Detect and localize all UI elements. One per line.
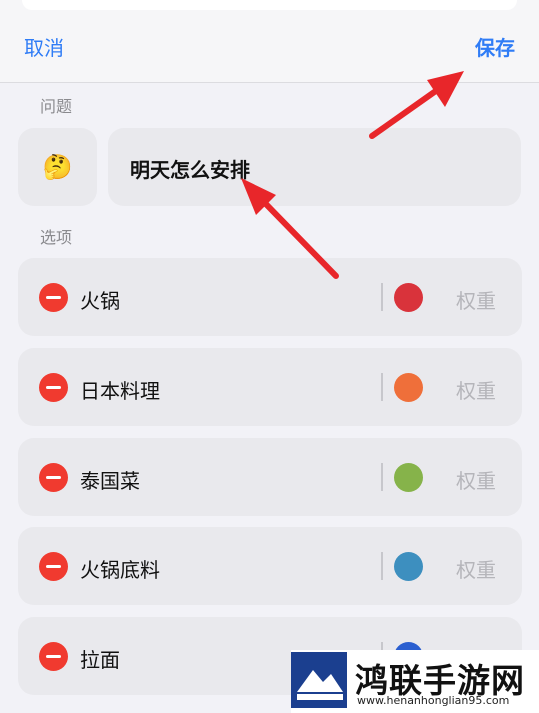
option-row[interactable]: 火锅 权重 [18,258,522,336]
option-row[interactable]: 日本料理 权重 [18,348,522,426]
color-swatch[interactable] [394,552,423,581]
question-section-label: 问题 [40,97,73,116]
color-swatch[interactable] [394,283,423,312]
divider [381,373,383,401]
remove-option-button[interactable] [39,552,68,581]
nav-bar: 取消 保存 [0,0,539,83]
emoji-picker-button[interactable]: 🤔 [18,128,97,206]
weight-input[interactable]: 权重 [456,554,496,583]
thinking-face-icon: 🤔 [42,153,73,181]
color-swatch[interactable] [394,373,423,402]
option-label: 火锅底料 [80,558,160,582]
options-section-label: 选项 [40,228,73,247]
watermark: 鸿联手游网 www.henanhonglian95.com [291,650,539,713]
color-swatch[interactable] [394,463,423,492]
option-row[interactable]: 火锅底料 权重 [18,527,522,605]
option-label: 拉面 [80,648,120,672]
option-row[interactable]: 泰国菜 权重 [18,438,522,516]
weight-input[interactable]: 权重 [456,285,496,314]
cancel-button[interactable]: 取消 [24,32,64,61]
weight-input[interactable]: 权重 [456,465,496,494]
divider [381,552,383,580]
question-text: 明天怎么安排 [130,158,250,182]
watermark-logo-icon [291,652,347,708]
option-label: 火锅 [80,289,120,313]
sheet-edge [22,0,517,10]
remove-option-button[interactable] [39,642,68,671]
remove-option-button[interactable] [39,283,68,312]
remove-option-button[interactable] [39,463,68,492]
question-input[interactable]: 明天怎么安排 [108,128,521,206]
divider [381,463,383,491]
weight-input[interactable]: 权重 [456,375,496,404]
option-label: 泰国菜 [80,469,140,493]
remove-option-button[interactable] [39,373,68,402]
save-button[interactable]: 保存 [475,32,515,61]
option-label: 日本料理 [80,379,160,403]
divider [381,283,383,311]
watermark-url: www.henanhonglian95.com [357,694,510,707]
